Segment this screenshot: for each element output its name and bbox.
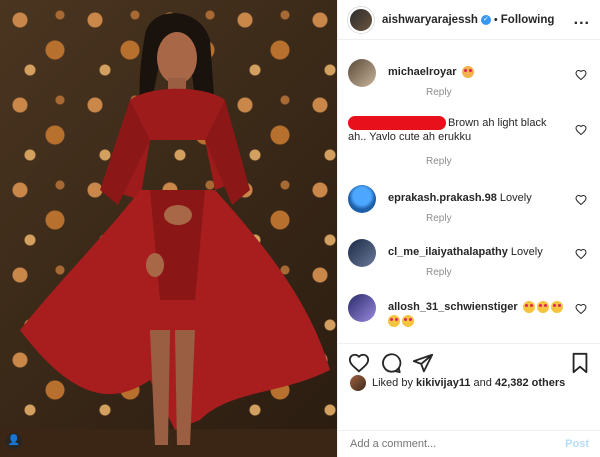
comment-bubble-icon[interactable] xyxy=(380,352,402,374)
comment-text: Lovely xyxy=(510,246,543,258)
separator-dot: • xyxy=(493,13,498,26)
likes-summary: Liked by kikivijay11 and 42,382 others xyxy=(350,375,595,391)
commenter-avatar[interactable] xyxy=(348,59,376,87)
comment-body: Brown ah light black ah.. Yavlo cute ah … xyxy=(348,116,558,144)
post-header: aishwaryarajessh ✓ • Following ... xyxy=(338,0,600,40)
redacted-username-mark xyxy=(348,116,446,131)
like-comment-heart-icon[interactable] xyxy=(575,194,587,206)
comment-body: cl_me_ilaiyathalapathy Lovely xyxy=(388,245,568,259)
like-comment-heart-icon[interactable] xyxy=(575,303,587,315)
likes-prefix: Liked by xyxy=(372,377,417,389)
post-side-panel: aishwaryarajessh ✓ • Following ... micha… xyxy=(337,0,600,457)
likes-middle: and xyxy=(470,377,495,389)
ok-hand-emoji-icon xyxy=(461,66,474,79)
heart-eyes-emoji-icon xyxy=(388,315,400,328)
following-button[interactable]: Following xyxy=(501,14,555,26)
like-comment-heart-icon[interactable] xyxy=(575,248,587,260)
comment-body: michaelroyar xyxy=(388,65,568,79)
reply-button[interactable]: Reply xyxy=(426,87,452,98)
comment-body: eprakash.prakash.98 Lovely xyxy=(388,191,568,205)
like-heart-icon[interactable] xyxy=(348,352,370,374)
comments-list: michaelroyar Reply Brown ah light black … xyxy=(338,40,600,340)
commenter-username[interactable]: eprakash.prakash.98 xyxy=(388,192,497,204)
commenter-username[interactable]: cl_me_ilaiyathalapathy xyxy=(388,246,508,258)
author-username[interactable]: aishwaryarajessh xyxy=(382,14,478,26)
like-comment-heart-icon[interactable] xyxy=(575,124,587,136)
liker-avatar[interactable] xyxy=(350,375,366,391)
reply-button[interactable]: Reply xyxy=(426,213,452,224)
post-photo[interactable]: 👤 xyxy=(0,0,337,457)
commenter-avatar[interactable] xyxy=(348,185,376,213)
likes-text: Liked by kikivijay11 and 42,382 others xyxy=(372,377,565,389)
reply-button[interactable]: Reply xyxy=(426,267,452,278)
add-comment-bar: Post xyxy=(338,430,600,457)
like-comment-heart-icon[interactable] xyxy=(575,69,587,81)
commenter-avatar[interactable] xyxy=(348,239,376,267)
comment-body: allosh_31_schwienstiger xyxy=(388,300,578,328)
commenter-avatar[interactable] xyxy=(348,294,376,322)
comment-text: Lovely xyxy=(499,192,532,204)
heart-eyes-emoji-icon xyxy=(402,315,414,328)
user-tag-icon[interactable]: 👤 xyxy=(6,433,22,449)
share-paper-plane-icon[interactable] xyxy=(412,352,434,374)
verified-badge-icon: ✓ xyxy=(480,14,491,25)
commenter-username[interactable]: allosh_31_schwienstiger xyxy=(388,301,518,313)
more-options-icon[interactable]: ... xyxy=(574,11,590,29)
heart-eyes-emoji-icon xyxy=(536,301,549,314)
post-comment-button[interactable]: Post xyxy=(565,438,589,450)
liker-username[interactable]: kikivijay11 xyxy=(416,377,470,389)
add-comment-input[interactable] xyxy=(350,438,566,450)
likes-count[interactable]: 42,382 others xyxy=(495,377,565,389)
reply-button[interactable]: Reply xyxy=(426,156,452,167)
author-avatar[interactable] xyxy=(348,6,374,33)
post-actions-bar xyxy=(338,343,600,379)
heart-eyes-emoji-icon xyxy=(550,301,563,314)
heart-eyes-emoji-icon xyxy=(522,301,535,314)
save-bookmark-icon[interactable] xyxy=(569,352,591,374)
woman-in-red-dress-figure xyxy=(20,13,330,445)
commenter-username[interactable]: michaelroyar xyxy=(388,66,456,78)
